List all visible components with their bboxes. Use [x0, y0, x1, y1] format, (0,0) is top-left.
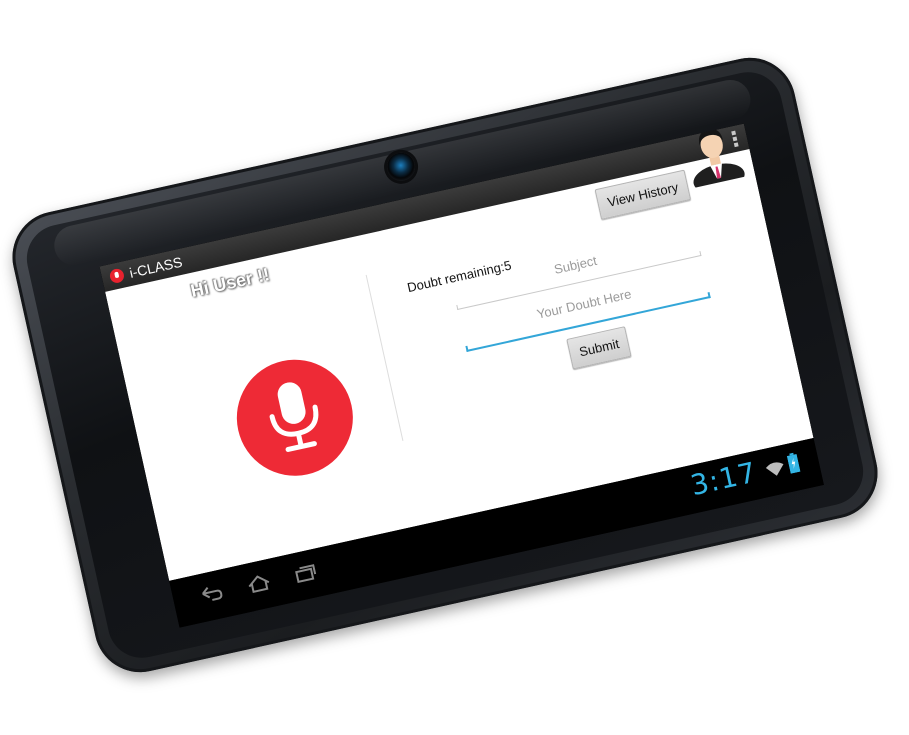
- wifi-icon: [765, 462, 784, 476]
- recent-apps-icon[interactable]: [291, 560, 321, 585]
- stage: i-CLASS Hi User !! View History Doubt re…: [0, 0, 909, 735]
- user-avatar-icon[interactable]: [679, 124, 747, 194]
- tablet-device: i-CLASS Hi User !! View History Doubt re…: [3, 48, 887, 682]
- submit-button[interactable]: Submit: [566, 326, 633, 370]
- doubt-placeholder: Your Doubt Here: [535, 286, 633, 322]
- back-icon[interactable]: [197, 581, 227, 606]
- home-icon[interactable]: [244, 571, 274, 596]
- greeting-text: Hi User !!: [188, 264, 272, 301]
- subject-placeholder: Subject: [552, 252, 599, 277]
- microphone-button[interactable]: [225, 348, 365, 487]
- battery-icon: [786, 452, 801, 474]
- tablet-bezel: i-CLASS Hi User !! View History Doubt re…: [20, 65, 870, 665]
- clock-text: 3:17: [687, 455, 760, 503]
- microphone-app-icon: [108, 267, 126, 285]
- microphone-icon: [269, 382, 319, 452]
- vertical-divider: [365, 274, 404, 442]
